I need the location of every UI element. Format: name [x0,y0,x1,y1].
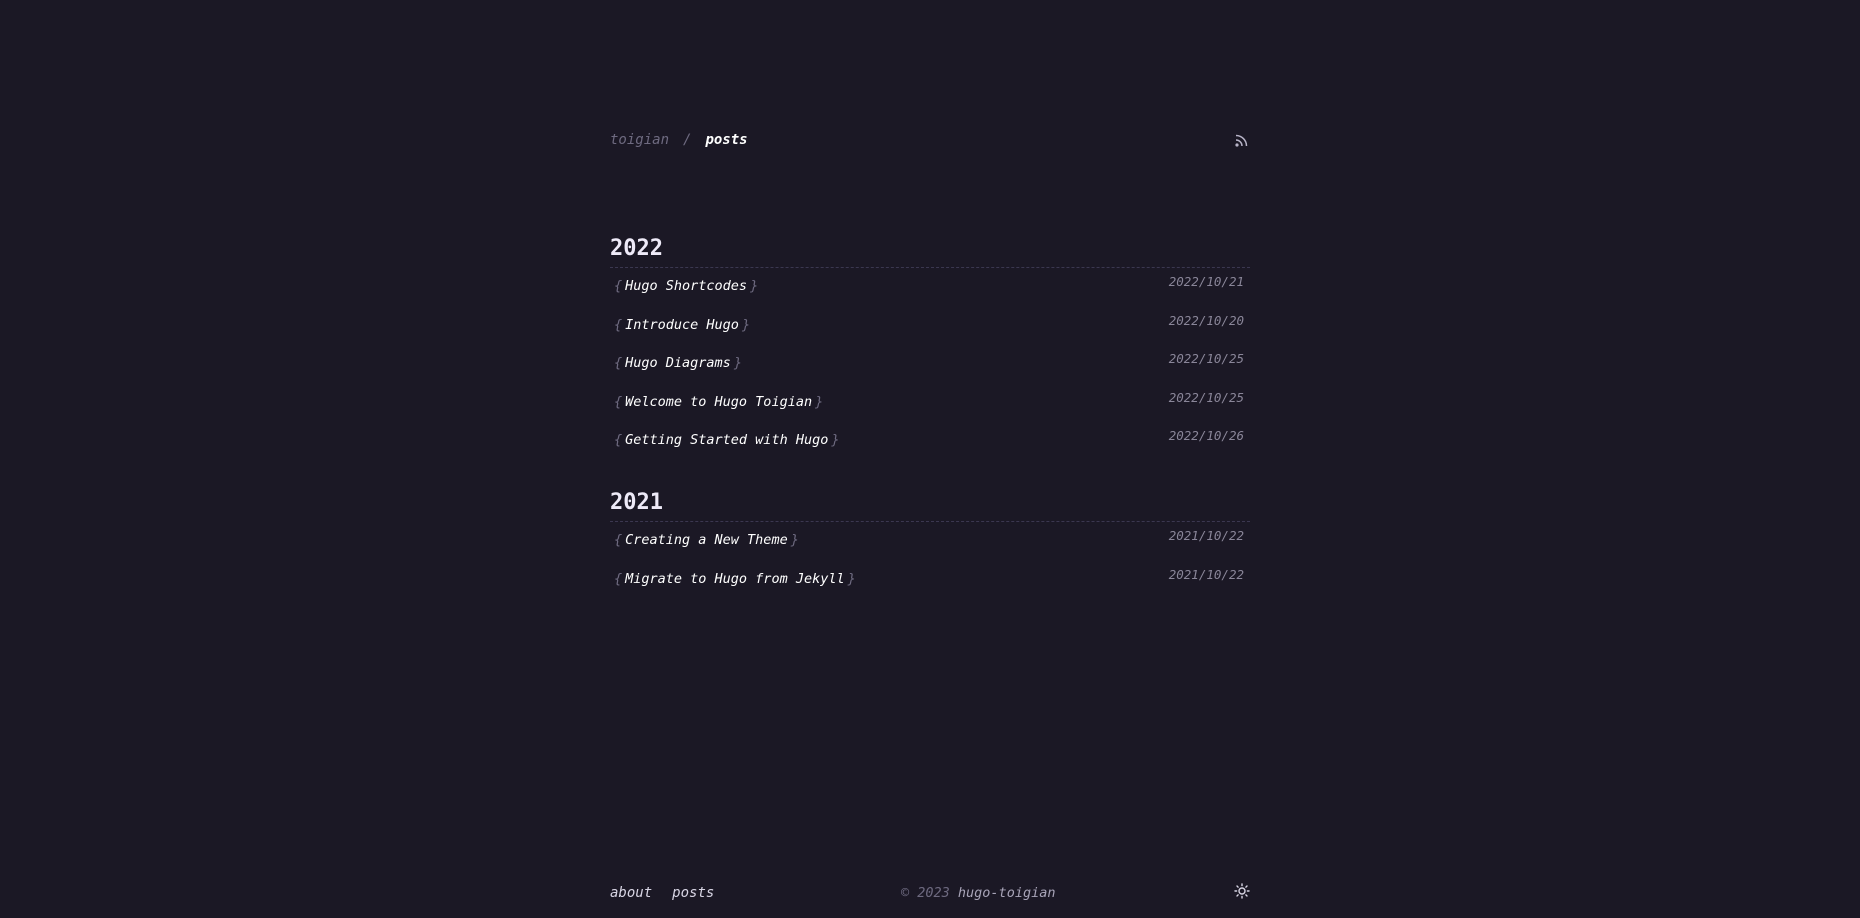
site-footer: about posts © 2023 hugo-toigian [610,883,1250,909]
post-item: {Creating a New Theme} 2021/10/22 [610,522,1250,561]
brace-close: } [831,432,840,448]
brace-close: } [790,532,799,548]
breadcrumb-current: posts [705,132,748,148]
post-link[interactable]: {Hugo Shortcodes} [614,278,758,294]
site-header: toigian / posts [610,130,1250,154]
brace-open: { [614,393,623,410]
brace-close: } [847,570,856,587]
year-heading: 2022 [610,236,663,261]
year-heading: 2021 [610,490,663,515]
post-link[interactable]: {Welcome to Hugo Toigian} [614,394,823,410]
post-date: 2021/10/22 [1168,566,1244,582]
post-title[interactable]: Hugo Shortcodes [625,278,747,294]
breadcrumb-separator: / [683,132,692,148]
year-section-2022: 2022 {Hugo Shortcodes} 2022/10/21 {Intro… [610,234,1250,461]
post-item: {Hugo Diagrams} 2022/10/25 [610,345,1250,384]
year-section-2021: 2021 {Creating a New Theme} 2021/10/22 {… [610,488,1250,599]
brace-open: { [614,532,623,548]
brace-close: } [741,316,751,333]
breadcrumb: toigian / posts [610,132,748,148]
post-title[interactable]: Welcome to Hugo Toigian [625,394,812,410]
post-date: 2022/10/25 [1168,389,1244,405]
copyright: © 2023 hugo-toigian [901,885,1055,901]
post-date: 2021/10/22 [1168,528,1244,543]
brace-close: } [750,278,759,294]
post-date: 2022/10/25 [1168,351,1244,366]
brace-open: { [614,278,623,294]
post-item: {Hugo Shortcodes} 2022/10/21 [610,268,1250,307]
rss-icon[interactable] [1234,132,1250,148]
post-link[interactable]: {Introduce Hugo} [614,317,750,333]
post-link[interactable]: {Creating a New Theme} [614,532,799,548]
post-title[interactable]: Hugo Diagrams [625,355,731,371]
copyright-name[interactable]: hugo-toigian [958,885,1056,901]
post-title[interactable]: Introduce Hugo [625,317,739,333]
brace-open: { [614,570,623,587]
post-date: 2022/10/20 [1168,312,1244,328]
post-item: {Welcome to Hugo Toigian} 2022/10/25 [610,384,1250,423]
post-link[interactable]: {Hugo Diagrams} [614,355,742,371]
post-title[interactable]: Creating a New Theme [625,532,788,548]
brace-close: } [815,393,824,410]
post-link[interactable]: {Getting Started with Hugo} [614,432,839,448]
post-title[interactable]: Migrate to Hugo from Jekyll [625,571,844,587]
post-title[interactable]: Getting Started with Hugo [625,432,828,448]
post-item: {Introduce Hugo} 2022/10/20 [610,307,1250,346]
brace-open: { [614,316,623,333]
brace-close: } [733,355,742,371]
copyright-prefix: © 2023 [901,885,950,901]
post-item: {Migrate to Hugo from Jekyll} 2021/10/22 [610,561,1250,600]
breadcrumb-home-link[interactable]: toigian [610,132,669,148]
brace-open: { [614,432,623,448]
post-date: 2022/10/21 [1168,274,1244,289]
footer-link-posts[interactable]: posts [672,885,714,901]
post-link[interactable]: {Migrate to Hugo from Jekyll} [614,571,856,587]
post-date: 2022/10/26 [1168,428,1244,443]
footer-link-about[interactable]: about [610,885,652,901]
footer-nav: about posts [610,885,734,901]
sun-icon[interactable] [1234,883,1250,899]
brace-open: { [614,355,623,371]
page: toigian / posts 2022 {Hugo Shortcodes} 202… [0,0,1860,918]
post-item: {Getting Started with Hugo} 2022/10/26 [610,422,1250,461]
